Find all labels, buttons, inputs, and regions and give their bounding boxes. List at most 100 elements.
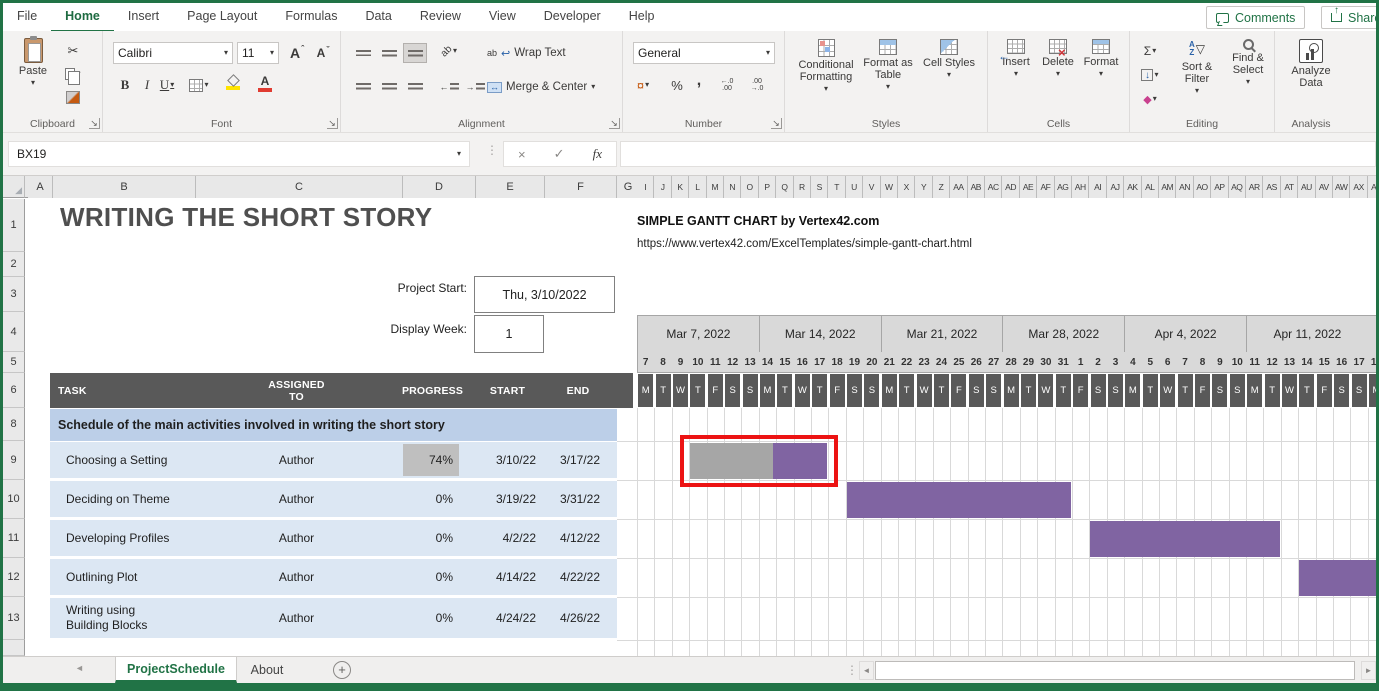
column-header-S[interactable]: S [811,176,828,198]
confirm-entry-icon[interactable]: ✓ [554,146,565,162]
task-name-cell[interactable]: Developing Profiles [66,520,169,556]
accounting-format-button[interactable]: ¤ ▾ [631,75,655,95]
horizontal-scrollbar-thumb[interactable] [875,661,1355,680]
end-date-cell[interactable]: 3/31/22 [542,481,608,517]
column-header-Y[interactable]: Y [915,176,932,198]
row-header-5[interactable]: 5 [3,352,25,373]
ribbon-tab-file[interactable]: File [3,3,51,30]
end-date-cell[interactable]: 4/22/22 [542,559,608,595]
sheet-nav-left-icon[interactable]: ◄ [75,663,84,673]
merge-center-button[interactable]: ↔ Merge & Center ▾ [487,76,595,98]
column-header-AH[interactable]: AH [1072,176,1089,198]
column-header-AY[interactable]: AY [1368,176,1379,198]
column-header-A[interactable]: A [28,176,53,198]
ribbon-tab-developer[interactable]: Developer [530,3,615,30]
column-header-X[interactable]: X [898,176,915,198]
sheet-tab-about[interactable]: About [239,657,295,683]
display-week-value[interactable]: 1 [474,315,544,353]
number-dialog-launcher[interactable]: ↘ [771,118,782,129]
ribbon-tab-insert[interactable]: Insert [114,3,173,30]
column-header-AQ[interactable]: AQ [1229,176,1246,198]
task-row[interactable]: Choosing a SettingAuthor74%3/10/223/17/2… [50,442,617,478]
task-row[interactable]: Outlining PlotAuthor0%4/14/224/22/22 [50,559,617,595]
font-name-combo[interactable]: Calibri ▾ [113,42,233,64]
row-header-4[interactable]: 4 [3,312,25,352]
insert-cells-button[interactable]: ← Insert ▾ [996,39,1036,123]
number-format-combo[interactable]: General ▾ [633,42,775,64]
header-end[interactable]: END [542,373,614,408]
start-date-cell[interactable]: 3/10/22 [473,442,542,478]
comments-button[interactable]: Comments [1206,6,1305,29]
middle-align-button[interactable] [377,43,401,63]
ribbon-tab-data[interactable]: Data [351,3,405,30]
assigned-to-cell[interactable]: Author [193,559,400,595]
wrap-text-button[interactable]: ab ↩ Wrap Text [487,42,566,64]
ribbon-tab-page-layout[interactable]: Page Layout [173,3,271,30]
autosum-button[interactable]: Σ ▾ [1138,41,1162,61]
fill-button[interactable]: ↓ ▾ [1138,65,1162,85]
underline-button[interactable]: U ▾ [155,75,179,95]
column-header-M[interactable]: M [707,176,724,198]
column-header-AW[interactable]: AW [1333,176,1350,198]
progress-cell[interactable]: 0% [403,561,459,593]
column-header-AX[interactable]: AX [1350,176,1367,198]
row-header-10[interactable]: 10 [3,480,25,519]
analyze-data-button[interactable]: Analyze Data [1279,39,1343,123]
row-header-1[interactable]: 1 [3,199,25,252]
task-name-cell[interactable]: Deciding on Theme [66,481,170,517]
paste-button[interactable]: Paste ▾ [11,38,55,118]
comma-style-button[interactable]: , [687,71,711,91]
column-header-AV[interactable]: AV [1316,176,1333,198]
column-header-AD[interactable]: AD [1002,176,1019,198]
assigned-to-cell[interactable]: Author [193,442,400,478]
column-header-P[interactable]: P [759,176,776,198]
increase-decimal-button[interactable]: ←.0.00 [715,75,739,95]
column-header-Q[interactable]: Q [776,176,793,198]
orientation-button[interactable]: ab ▾ [437,41,461,61]
new-sheet-button[interactable]: + [333,661,351,679]
shrink-font-button[interactable]: Aˇ [311,43,335,63]
column-header-C[interactable]: C [196,176,403,198]
row-header-11[interactable]: 11 [3,519,25,558]
ribbon-tab-review[interactable]: Review [406,3,475,30]
header-start[interactable]: START [473,373,542,408]
row-header-2[interactable]: 2 [3,252,25,277]
alignment-dialog-launcher[interactable]: ↘ [609,118,620,129]
column-header-AL[interactable]: AL [1142,176,1159,198]
column-header-AN[interactable]: AN [1176,176,1193,198]
column-header-R[interactable]: R [794,176,811,198]
progress-cell[interactable]: 0% [403,600,459,636]
format-cells-button[interactable]: Format ▾ [1080,39,1122,123]
fill-color-button[interactable] [221,73,245,93]
column-header-AA[interactable]: AA [950,176,967,198]
column-header-U[interactable]: U [846,176,863,198]
task-row[interactable]: Writing using Building BlocksAuthor0%4/2… [50,598,617,638]
column-header-B[interactable]: B [53,176,196,198]
cut-button[interactable]: ✂ [61,41,85,61]
task-name-cell[interactable]: Outlining Plot [66,559,137,595]
column-header-E[interactable]: E [476,176,545,198]
row-header-12[interactable]: 12 [3,558,25,597]
column-header-W[interactable]: W [881,176,898,198]
conditional-formatting-button[interactable]: Conditional Formatting ▾ [797,39,855,123]
column-header-AG[interactable]: AG [1055,176,1072,198]
borders-button[interactable]: ▾ [187,75,211,95]
start-date-cell[interactable]: 3/19/22 [473,481,542,517]
bold-button[interactable]: B [113,75,137,95]
top-align-button[interactable] [351,43,375,63]
format-painter-button[interactable] [61,87,85,107]
column-header-K[interactable]: K [672,176,689,198]
column-header-AK[interactable]: AK [1124,176,1141,198]
font-size-combo[interactable]: 11 ▾ [237,42,279,64]
section-header-row[interactable]: Schedule of the main activities involved… [50,409,617,441]
column-header-AT[interactable]: AT [1281,176,1298,198]
assigned-to-cell[interactable]: Author [193,481,400,517]
progress-cell[interactable]: 74% [403,444,459,476]
copy-button[interactable]: ▾ [61,64,85,84]
sort-filter-button[interactable]: AZ ▽ Sort & Filter ▾ [1172,39,1222,123]
column-header-D[interactable]: D [403,176,476,198]
row-header-8[interactable]: 8 [3,408,25,441]
column-header-AF[interactable]: AF [1037,176,1054,198]
header-progress[interactable]: PROGRESS [397,373,468,408]
column-header-Z[interactable]: Z [933,176,950,198]
